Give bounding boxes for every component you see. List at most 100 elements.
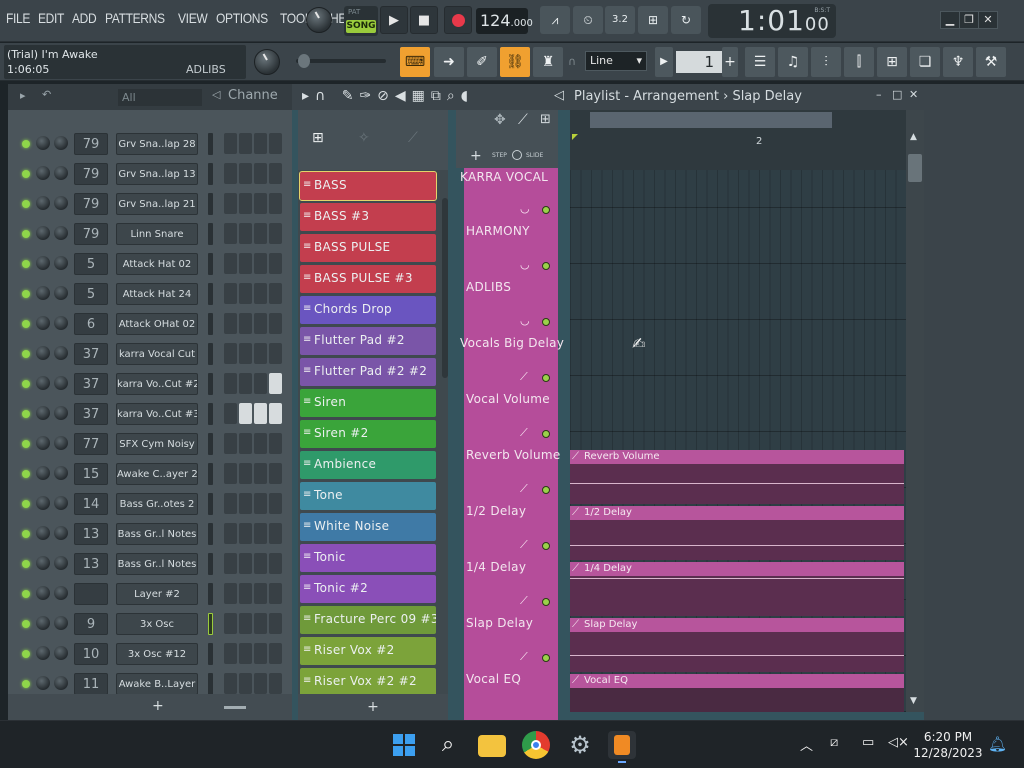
windows-start-icon[interactable] xyxy=(390,731,418,759)
step-button[interactable] xyxy=(269,193,282,214)
channel-name-button[interactable]: Linn Snare xyxy=(116,223,198,245)
step-button[interactable] xyxy=(269,163,282,184)
channel-row[interactable]: 13 Bass Gr..l Notes xyxy=(8,520,292,550)
channel-pan-knob[interactable] xyxy=(36,376,50,390)
channel-mute-led[interactable] xyxy=(22,500,30,508)
track-name[interactable]: HARMONY xyxy=(466,224,530,238)
channel-name-button[interactable]: Attack Hat 02 xyxy=(116,253,198,275)
step-button[interactable] xyxy=(254,553,267,574)
pitch-knob[interactable] xyxy=(254,49,280,75)
step-button[interactable] xyxy=(224,553,237,574)
channel-mute-led[interactable] xyxy=(22,200,30,208)
channel-name-button[interactable]: Awake C..ayer 2 xyxy=(116,463,198,485)
pattern-song-toggle[interactable]: PAT SONG xyxy=(344,6,378,36)
step-button[interactable] xyxy=(224,163,237,184)
master-volume-knob[interactable] xyxy=(306,7,332,33)
step-slide-toggle[interactable] xyxy=(512,150,522,160)
picker-pattern-item[interactable]: Ambience xyxy=(300,451,436,479)
headphones-icon[interactable]: ∩ xyxy=(568,55,576,68)
channel-rack-icon[interactable]: ⫶ xyxy=(811,47,841,77)
timeline-ruler[interactable]: 2 xyxy=(570,110,906,170)
automation-clip[interactable]: ⟋ 1/4 Delay xyxy=(570,562,904,616)
settings-gear-icon[interactable]: ⚙ xyxy=(566,731,594,759)
channel-row[interactable]: 77 SFX Cym Noisy xyxy=(8,430,292,460)
channel-row[interactable]: 37 karra Vo..Cut #2 xyxy=(8,370,292,400)
channel-volume-knob[interactable] xyxy=(54,406,68,420)
track-name[interactable]: Vocals Big Delay xyxy=(460,336,564,350)
step-button[interactable] xyxy=(254,313,267,334)
step-button[interactable] xyxy=(224,523,237,544)
channel-pan-knob[interactable] xyxy=(36,556,50,570)
step-button[interactable] xyxy=(224,613,237,634)
picker-pattern-item[interactable]: Tonic xyxy=(300,544,436,572)
step-button[interactable] xyxy=(239,163,252,184)
channel-mute-led[interactable] xyxy=(22,380,30,388)
channel-mute-led[interactable] xyxy=(22,350,30,358)
menu-add[interactable]: ADD xyxy=(72,10,97,26)
mixer-track-number[interactable]: 5 xyxy=(74,283,108,305)
step-button[interactable] xyxy=(269,403,282,424)
step-button[interactable] xyxy=(269,133,282,154)
chevron-up-icon[interactable]: ︿ xyxy=(800,735,813,754)
menu-view[interactable]: VIEW xyxy=(178,10,208,26)
channel-volume-knob[interactable] xyxy=(54,466,68,480)
channel-name-button[interactable]: Grv Sna..lap 13 xyxy=(116,163,198,185)
channel-name-button[interactable]: Attack Hat 24 xyxy=(116,283,198,305)
mixer-track-number[interactable]: 79 xyxy=(74,193,108,215)
picker-pattern-item[interactable]: BASS PULSE #3 xyxy=(300,265,436,293)
step-button[interactable] xyxy=(224,253,237,274)
wait-input-icon[interactable]: ⏲ xyxy=(573,6,603,34)
project-icon[interactable]: ❏ xyxy=(910,47,940,77)
picker-scrollbar[interactable] xyxy=(442,198,448,378)
channel-mute-led[interactable] xyxy=(22,530,30,538)
mixer-track-number[interactable]: 9 xyxy=(74,613,108,635)
minimize-button[interactable]: ▁ xyxy=(940,11,960,29)
channel-pan-knob[interactable] xyxy=(36,436,50,450)
picker-pattern-item[interactable]: Fracture Perc 09 #3 xyxy=(300,606,436,634)
track-name[interactable]: Slap Delay xyxy=(466,616,533,630)
play-button[interactable]: ▶ xyxy=(380,6,408,34)
automation-icon[interactable]: ⟋ xyxy=(518,112,528,128)
track-name[interactable]: Reverb Volume xyxy=(466,448,561,462)
step-button[interactable] xyxy=(269,433,282,454)
channel-row[interactable]: 15 Awake C..ayer 2 xyxy=(8,460,292,490)
arrangement-grid[interactable]: 2 ⟋ Reverb Volume ⟋ 1/2 Delay ⟋ 1/4 Delay ⟋ Sla… xyxy=(570,110,906,712)
channel-select-indicator[interactable] xyxy=(208,343,213,365)
channel-row[interactable]: 37 karra Vocal Cut xyxy=(8,340,292,370)
step-button[interactable] xyxy=(269,343,282,364)
channel-volume-knob[interactable] xyxy=(54,166,68,180)
automation-clip[interactable]: ⟋ Vocal EQ xyxy=(570,674,904,712)
step-button[interactable] xyxy=(224,403,237,424)
track-mute-led[interactable] xyxy=(542,374,550,382)
channel-mute-led[interactable] xyxy=(22,410,30,418)
step-button[interactable] xyxy=(239,193,252,214)
step-button[interactable] xyxy=(239,223,252,244)
add-pattern-button[interactable]: + xyxy=(367,699,379,715)
channel-row[interactable]: 79 Grv Sna..lap 21 xyxy=(8,190,292,220)
channel-pan-knob[interactable] xyxy=(36,676,50,690)
channel-row[interactable]: 6 Attack OHat 02 xyxy=(8,310,292,340)
channel-select-indicator[interactable] xyxy=(208,133,213,155)
arrow-right-icon[interactable]: ▸ xyxy=(20,89,26,102)
step-button[interactable] xyxy=(254,343,267,364)
channel-mute-led[interactable] xyxy=(22,290,30,298)
channel-pan-knob[interactable] xyxy=(36,586,50,600)
track-mute-led[interactable] xyxy=(542,262,550,270)
mixer-track-number[interactable]: 79 xyxy=(74,223,108,245)
add-pattern-icon[interactable]: + xyxy=(722,47,738,77)
minimize-button[interactable]: – xyxy=(876,88,882,101)
picker-pattern-item[interactable]: White Noise xyxy=(300,513,436,541)
step-button[interactable] xyxy=(254,523,267,544)
taskbar-clock[interactable]: 6:20 PM 12/28/2023 xyxy=(912,729,984,761)
help-icon[interactable]: ⚒ xyxy=(976,47,1006,77)
track-mute-led[interactable] xyxy=(542,430,550,438)
menu-options[interactable]: OPTIONS xyxy=(216,10,268,26)
piano-icon[interactable]: ⊞ xyxy=(540,112,551,127)
channel-row[interactable]: Layer #2 xyxy=(8,580,292,610)
channel-pan-knob[interactable] xyxy=(36,526,50,540)
channel-volume-knob[interactable] xyxy=(54,436,68,450)
channel-volume-knob[interactable] xyxy=(54,226,68,240)
mixer-track-number[interactable]: 37 xyxy=(74,343,108,365)
channel-select-indicator[interactable] xyxy=(208,373,213,395)
automation-clip[interactable]: ⟋ Reverb Volume xyxy=(570,450,904,504)
